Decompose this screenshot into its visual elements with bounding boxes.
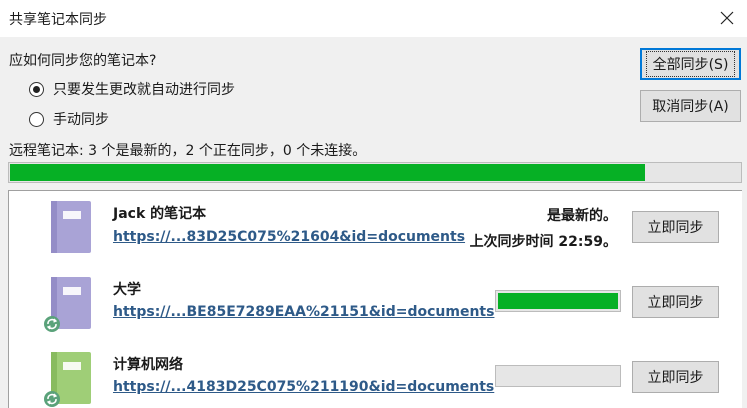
notebook-sync-progress-bar	[495, 290, 621, 312]
sync-now-button[interactable]: 立即同步	[632, 211, 719, 243]
notebook-url-link[interactable]: https://...83D25C075%21604&id=documents	[113, 229, 465, 245]
close-icon	[720, 11, 734, 25]
notebook-list[interactable]: Jack 的笔记本 https://...83D25C075%21604&id=…	[8, 190, 742, 408]
overall-progress-fill	[10, 164, 645, 181]
cancel-sync-button[interactable]: 取消同步(A)	[640, 90, 741, 122]
radio-auto-sync[interactable]: 只要发生更改就自动进行同步	[29, 79, 235, 99]
remote-notebooks-status: 远程笔记本: 3 个是最新的，2 个正在同步，0 个未连接。	[9, 143, 367, 159]
sync-now-label: 立即同步	[647, 370, 704, 386]
cancel-sync-label: 取消同步(A)	[652, 99, 729, 115]
notebook-url-link[interactable]: https://...4183D25C075%211190&id=documen…	[113, 379, 494, 395]
syncing-icon	[44, 391, 60, 407]
notebook-name: Jack 的笔记本	[113, 206, 207, 222]
sync-all-button[interactable]: 全部同步(S)	[640, 48, 741, 80]
radio-selected-dot	[33, 85, 40, 93]
notebook-sync-progress-fill	[498, 293, 618, 309]
sync-now-button[interactable]: 立即同步	[632, 286, 719, 318]
notebook-icon	[51, 201, 91, 253]
sync-all-label: 全部同步(S)	[645, 51, 736, 77]
notebook-name: 计算机网络	[113, 357, 183, 373]
notebook-sync-progress-bar	[495, 365, 621, 387]
window-title: 共享笔记本同步	[9, 12, 107, 28]
radio-button[interactable]	[29, 111, 44, 127]
notebook-name: 大学	[113, 282, 141, 298]
radio-auto-sync-label: 只要发生更改就自动进行同步	[53, 82, 235, 98]
title-bar: 共享笔记本同步	[0, 0, 747, 37]
notebook-last-sync-time: 上次同步时间 22:59。	[469, 234, 617, 250]
radio-manual-sync[interactable]: 手动同步	[29, 109, 109, 129]
radio-manual-sync-label: 手动同步	[53, 112, 109, 128]
sync-now-button[interactable]: 立即同步	[632, 361, 719, 393]
close-button[interactable]	[715, 6, 739, 30]
sync-now-label: 立即同步	[647, 295, 704, 311]
radio-button[interactable]	[29, 81, 44, 97]
sync-now-label: 立即同步	[647, 220, 704, 236]
syncing-icon	[44, 316, 60, 332]
sync-question-label: 应如何同步您的笔记本?	[9, 53, 157, 69]
overall-progress-bar	[8, 162, 742, 183]
notebook-url-link[interactable]: https://...BE85E7289EAA%21151&id=documen…	[113, 304, 494, 320]
notebook-status-uptodate: 是最新的。	[547, 208, 617, 224]
